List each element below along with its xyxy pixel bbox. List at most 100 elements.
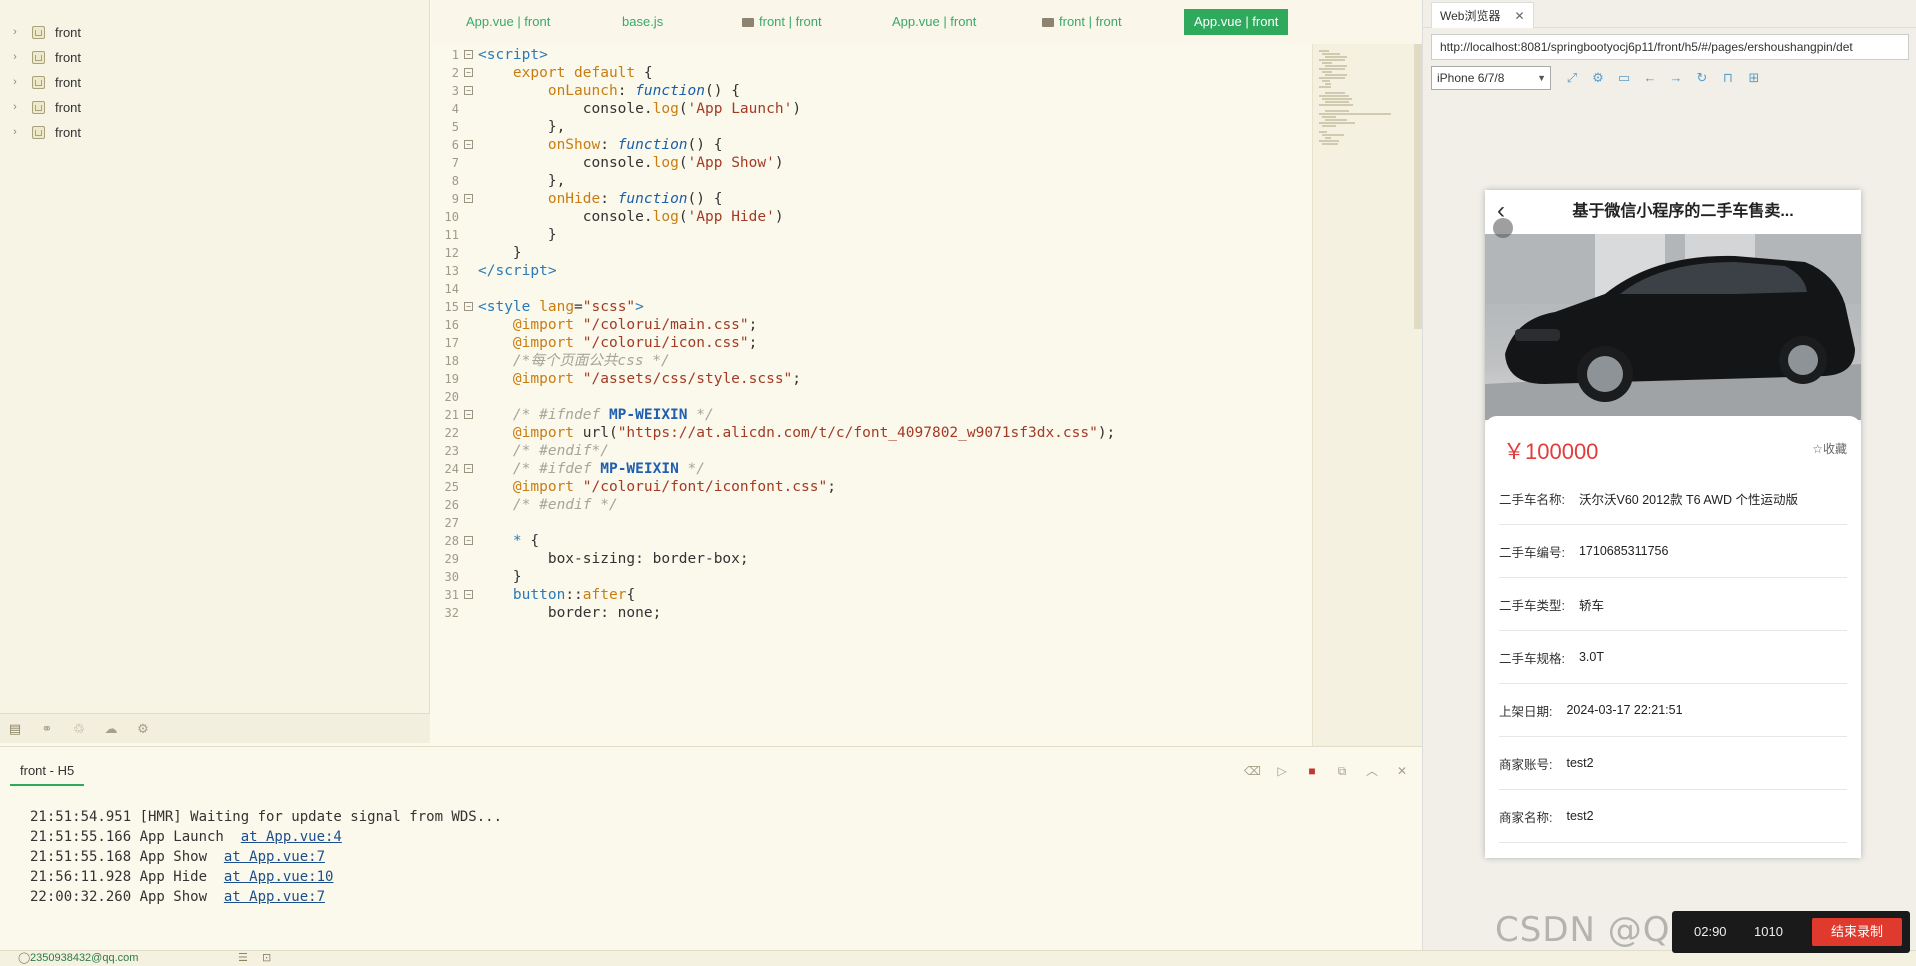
code-line[interactable]: 32 border: none; — [432, 602, 1312, 624]
log-source-link[interactable]: at App.vue:4 — [241, 829, 342, 845]
fold-icon[interactable]: − — [464, 194, 473, 203]
trash-icon[interactable]: ⌫ — [1244, 763, 1261, 779]
url-input[interactable]: http://localhost:8081/springbootyocj6p11… — [1431, 34, 1909, 60]
fold-icon[interactable]: − — [464, 302, 473, 311]
editor-tab[interactable]: base.js — [612, 9, 673, 35]
trash-icon[interactable]: ♲ — [70, 720, 88, 738]
project-folder-icon — [32, 25, 45, 39]
editor-tab[interactable]: App.vue | front — [456, 9, 560, 35]
detail-row: 二手车规格: 3.0T — [1499, 631, 1847, 684]
minimap-line — [1322, 125, 1336, 127]
detail-value: 2024-03-17 22:21:51 — [1566, 703, 1683, 717]
detail-label: 商家账号: — [1499, 757, 1553, 772]
recorder-extra: 1010 — [1754, 924, 1783, 939]
page-title: 基于微信小程序的二手车售卖... — [1572, 203, 1794, 220]
price: ￥100000 — [1503, 439, 1599, 464]
stop-recording-button[interactable]: 结束录制 — [1812, 918, 1902, 946]
car-image — [1485, 234, 1861, 420]
minimap-line — [1322, 143, 1338, 145]
minimap-line — [1322, 80, 1330, 82]
log-source-link[interactable]: at App.vue:7 — [224, 889, 325, 905]
floating-dot[interactable] — [1493, 218, 1513, 238]
tree-toolbar: ▤ ⚭ ♲ ☁ ⚙ — [0, 713, 430, 743]
minimap-line — [1322, 53, 1340, 55]
minimap[interactable] — [1312, 44, 1422, 746]
stop-icon[interactable]: ■ — [1304, 763, 1320, 779]
fold-icon[interactable]: − — [464, 464, 473, 473]
chevron-right-icon[interactable]: › — [8, 76, 22, 88]
browser-tab[interactable]: Web浏览器 ✕ — [1431, 2, 1534, 28]
minimap-line — [1322, 71, 1332, 73]
minimap-line — [1319, 122, 1355, 124]
editor-tab[interactable]: front | front — [732, 9, 832, 35]
minimap-line — [1319, 131, 1327, 133]
refresh-icon[interactable]: ↻ — [1693, 69, 1711, 87]
minimap-line — [1319, 86, 1331, 88]
minimap-line — [1319, 113, 1391, 115]
minimap-line — [1325, 110, 1349, 112]
tree-item[interactable]: › front — [0, 95, 81, 119]
device-select[interactable]: iPhone 6/7/8 ▼ — [1431, 66, 1551, 90]
fold-icon[interactable]: − — [464, 68, 473, 77]
tree-item[interactable]: › front — [0, 70, 81, 94]
account-email[interactable]: 2350938432@qq.com — [30, 952, 138, 964]
car-image-drawing — [1485, 234, 1861, 420]
detail-value: 沃尔沃V60 2012款 T6 AWD 个性运动版 — [1578, 492, 1799, 507]
tree-item-label: front — [55, 74, 82, 90]
files-icon[interactable]: ▤ — [6, 720, 24, 738]
chevron-down-icon: ▼ — [1537, 73, 1546, 83]
tree-item[interactable]: › front — [0, 20, 81, 44]
browser-tab-title: Web浏览器 — [1440, 9, 1501, 23]
fold-icon[interactable]: − — [464, 50, 473, 59]
chevron-right-icon[interactable]: › — [8, 26, 22, 38]
fold-icon[interactable]: − — [464, 86, 473, 95]
editor-scrollbar[interactable] — [1414, 44, 1422, 329]
editor-tab[interactable]: App.vue | front — [1184, 9, 1289, 35]
user-icon[interactable]: ◯ — [18, 951, 30, 964]
console-icon[interactable]: ▭ — [1615, 69, 1633, 87]
tree-item[interactable]: › front — [0, 45, 81, 69]
project-tree: › front › front › front › front › front — [0, 0, 430, 713]
folder-icon — [1042, 18, 1054, 27]
play-icon[interactable]: ▷ — [1274, 763, 1290, 779]
fold-icon[interactable]: − — [464, 410, 473, 419]
minimap-line — [1322, 98, 1352, 100]
fold-icon[interactable]: − — [464, 140, 473, 149]
binoculars-icon[interactable]: ⚭ — [38, 720, 56, 738]
forward-icon[interactable]: → — [1667, 69, 1685, 87]
close-icon[interactable]: ✕ — [1514, 9, 1524, 23]
editor-tab[interactable]: App.vue | front — [882, 9, 986, 35]
minimap-line — [1319, 77, 1345, 79]
back-icon[interactable]: ← — [1641, 69, 1659, 87]
minimap-line — [1325, 119, 1347, 121]
favorite-button[interactable]: ☆收藏 — [1812, 440, 1847, 457]
lock-icon[interactable]: ⊓ — [1719, 69, 1737, 87]
cloud-icon[interactable]: ☁ — [102, 720, 120, 738]
phone-viewport: ‹ 基于微信小程序的二手车售卖... ￥100000 ☆收藏 二手车名称: 沃尔沃… — [1485, 190, 1861, 858]
code-editor[interactable]: 1− <script> 2− export default {3− onLaunch… — [432, 44, 1312, 746]
console-tab[interactable]: front - H5 — [10, 763, 85, 786]
chevron-right-icon[interactable]: › — [8, 51, 22, 63]
open-external-icon[interactable]: ⧉ — [1334, 763, 1350, 779]
fold-icon[interactable]: − — [464, 590, 473, 599]
minimap-line — [1322, 134, 1344, 136]
close-panel-icon[interactable]: ✕ — [1394, 763, 1410, 779]
status-bar: ◯ 2350938432@qq.com ☰ ⊡ — [0, 950, 1916, 966]
rotate-icon[interactable]: ⤢ — [1563, 69, 1581, 87]
cloud-settings-icon[interactable]: ⚙ — [134, 720, 152, 738]
terminal-icon[interactable]: ⊡ — [262, 951, 271, 964]
detail-label: 二手车编号: — [1499, 545, 1565, 560]
editor-tab[interactable]: front | front — [1032, 9, 1132, 35]
list-icon[interactable]: ☰ — [238, 951, 248, 964]
log-source-link[interactable]: at App.vue:7 — [224, 849, 325, 865]
log-source-link[interactable]: at App.vue:10 — [224, 869, 334, 885]
chevron-up-icon[interactable]: ︿ — [1364, 763, 1380, 779]
chevron-right-icon[interactable]: › — [8, 126, 22, 138]
grid-icon[interactable]: ⊞ — [1745, 69, 1763, 87]
fold-icon[interactable]: − — [464, 536, 473, 545]
device-select-value: iPhone 6/7/8 — [1437, 71, 1505, 85]
devtools-icon[interactable]: ⚙ — [1589, 69, 1607, 87]
chevron-right-icon[interactable]: › — [8, 101, 22, 113]
editor-tabbar: App.vue | front base.js front | front App.v… — [432, 0, 1422, 44]
tree-item[interactable]: › front — [0, 120, 81, 144]
